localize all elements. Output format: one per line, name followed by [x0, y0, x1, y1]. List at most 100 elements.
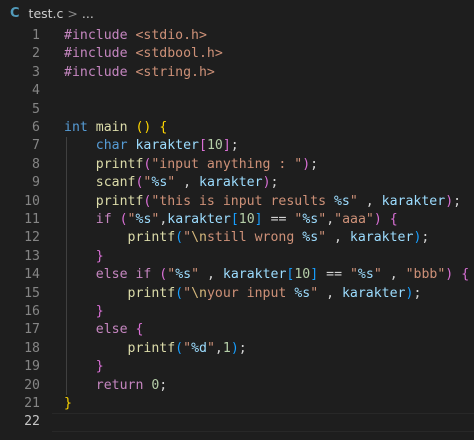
- code-line[interactable]: 16 }: [0, 303, 474, 321]
- code-token: ): [373, 212, 382, 227]
- code-text: }: [64, 303, 104, 321]
- line-number: 6: [32, 120, 40, 135]
- editor-tab-breadcrumb[interactable]: C test.c >...: [0, 0, 474, 27]
- code-token: (): [135, 120, 152, 135]
- code-token: {: [135, 322, 144, 338]
- code-token: 1: [222, 340, 231, 356]
- code-token: ,: [214, 340, 223, 356]
- code-token: if: [95, 212, 120, 227]
- code-line[interactable]: 15 printf("\nyour input %s" , karakter);: [0, 285, 474, 303]
- code-token: ==: [262, 212, 295, 227]
- code-text: printf("input anything : ");: [64, 156, 318, 174]
- code-line[interactable]: 8 printf("input anything : ");: [0, 156, 474, 174]
- code-line[interactable]: 18 printf("%d",1);: [0, 340, 474, 358]
- code-token: "aaa": [334, 212, 374, 227]
- code-text: else if ("%s" , karakter[10] == "%s" , "…: [64, 266, 469, 284]
- code-token: 10: [294, 267, 311, 283]
- code-text: }: [64, 395, 72, 413]
- line-number: 8: [32, 156, 40, 172]
- code-token: {: [461, 267, 470, 283]
- code-token: ": [206, 340, 215, 356]
- code-text: }: [64, 358, 104, 376]
- code-token: else: [95, 322, 136, 338]
- line-number: 13: [24, 248, 40, 264]
- code-token: still wrong: [206, 230, 303, 246]
- code-line[interactable]: 6 int main () {: [0, 119, 474, 137]
- code-token: %s: [175, 267, 192, 283]
- code-text: if ("%s",karakter[10] == "%s","aaa") {: [64, 211, 398, 229]
- code-line[interactable]: 17 else {: [0, 321, 474, 339]
- code-token: (: [175, 230, 184, 246]
- code-line[interactable]: 2 #include <stdbool.h>: [0, 45, 474, 63]
- code-token: ": [127, 212, 136, 227]
- code-token: ;: [453, 193, 462, 209]
- code-line[interactable]: 10 printf("this is input results %s" , k…: [0, 193, 474, 211]
- code-token: #include: [64, 28, 136, 43]
- code-token: ): [302, 156, 311, 172]
- code-token: %s: [333, 193, 350, 209]
- code-token: printf: [95, 193, 144, 209]
- breadcrumb[interactable]: test.c >...: [29, 6, 94, 21]
- line-number: 3: [32, 64, 40, 80]
- line-number: 4: [32, 83, 40, 99]
- code-line[interactable]: 19 }: [0, 358, 474, 376]
- code-text: #include <stdbool.h>: [64, 45, 223, 63]
- code-line[interactable]: 13 }: [0, 248, 474, 266]
- line-number: 9: [32, 175, 40, 191]
- line-number: 19: [24, 359, 40, 375]
- code-token: ;: [413, 285, 422, 301]
- code-token: ": [373, 267, 382, 283]
- code-token: ,: [381, 267, 406, 283]
- code-text: }: [64, 248, 104, 266]
- code-token: printf: [127, 340, 176, 356]
- line-number: 16: [24, 304, 40, 319]
- code-line[interactable]: 1 #include <stdio.h>: [0, 27, 474, 45]
- code-token: \n: [191, 230, 207, 246]
- code-line[interactable]: 3 #include <string.h>: [0, 64, 474, 82]
- code-line[interactable]: 21}: [0, 395, 474, 413]
- code-line[interactable]: 9 scanf("%s" , karakter);: [0, 174, 474, 192]
- code-token: ": [183, 230, 192, 246]
- code-token: }: [95, 359, 104, 375]
- code-text: char karakter[10];: [64, 137, 239, 155]
- code-token: {: [389, 212, 398, 227]
- breadcrumb-filename[interactable]: test.c: [29, 6, 64, 21]
- code-token: printf: [127, 285, 176, 301]
- code-token: karakter: [349, 230, 414, 246]
- code-text: scanf("%s" , karakter);: [64, 174, 279, 192]
- code-token: ": [183, 340, 192, 356]
- code-line[interactable]: 20 return 0;: [0, 377, 474, 395]
- line-number: 17: [24, 322, 40, 338]
- line-number: 12: [24, 230, 40, 246]
- code-token: {: [159, 120, 168, 135]
- code-token: "bbb": [405, 267, 446, 283]
- code-token: ,: [357, 193, 382, 209]
- code-token: 10: [206, 138, 223, 154]
- code-line[interactable]: 5: [0, 101, 474, 119]
- code-line[interactable]: 7 char karakter[10];: [0, 137, 474, 155]
- code-token: karakter: [135, 138, 199, 154]
- code-line[interactable]: 14 else if ("%s" , karakter[10] == "%s" …: [0, 266, 474, 284]
- code-text: printf("\nyour input %s" , karakter);: [64, 285, 422, 303]
- code-editor[interactable]: 1 #include <stdio.h> 2 #include <stdbool.h>…: [0, 27, 474, 440]
- breadcrumb-symbol[interactable]: ...: [82, 6, 94, 21]
- code-line[interactable]: 11 if ("%s",karakter[10] == "%s","aaa") …: [0, 211, 474, 229]
- line-number: 2: [32, 46, 40, 62]
- code-token: ,: [175, 175, 200, 191]
- code-token: "this is input results: [151, 193, 334, 209]
- code-line[interactable]: 22: [0, 413, 474, 431]
- code-text: int main () {: [64, 119, 167, 137]
- code-token: karakter: [341, 285, 406, 301]
- code-line[interactable]: 4: [0, 82, 474, 100]
- code-line[interactable]: 12 printf("\nstill wrong %s" , karakter)…: [0, 229, 474, 247]
- code-text: return 0;: [64, 377, 167, 395]
- code-token: char: [95, 138, 136, 154]
- code-token: }: [95, 304, 104, 319]
